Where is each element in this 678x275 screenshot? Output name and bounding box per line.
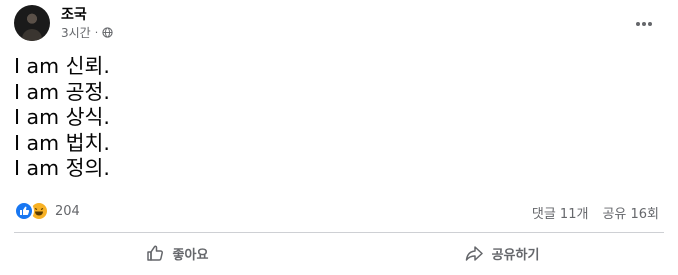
share-button[interactable]: 공유하기 xyxy=(339,237,664,269)
post-stats: 댓글 11개 공유 16회 xyxy=(532,203,659,222)
like-reaction-icon xyxy=(14,201,34,221)
post-line: I am 법치. xyxy=(14,130,110,155)
more-horizontal-icon xyxy=(636,22,652,26)
author-avatar[interactable] xyxy=(14,5,50,41)
post-content: I am 신뢰. I am 공정. I am 상식. I am 법치. I am… xyxy=(14,54,110,182)
comment-count[interactable]: 댓글 11개 xyxy=(532,203,589,222)
like-label: 좋아요 xyxy=(172,247,209,263)
facebook-post: 조국 3시간 · I am 신뢰. I am 공정. I am 상식. I am… xyxy=(0,0,678,275)
post-line: I am 신뢰. xyxy=(14,54,110,78)
thumbs-up-icon xyxy=(146,245,163,261)
reaction-summary[interactable]: 204 xyxy=(14,201,80,221)
post-time[interactable]: 3시간 xyxy=(61,24,91,41)
post-actions: 좋아요 공유하기 xyxy=(14,237,664,269)
post-meta: 3시간 · xyxy=(61,24,113,41)
post-line: I am 공정. xyxy=(14,79,110,104)
share-label: 공유하기 xyxy=(491,247,540,263)
divider xyxy=(14,232,664,233)
reaction-count: 204 xyxy=(55,203,80,219)
author-name[interactable]: 조국 xyxy=(61,4,87,24)
globe-icon[interactable] xyxy=(102,27,113,38)
share-count[interactable]: 공유 16회 xyxy=(602,203,659,222)
like-button[interactable]: 좋아요 xyxy=(14,237,339,269)
post-line: I am 정의. xyxy=(14,156,110,180)
post-line: I am 상식. xyxy=(14,105,110,129)
meta-separator: · xyxy=(94,26,99,39)
more-options-button[interactable] xyxy=(629,9,659,39)
share-arrow-icon xyxy=(465,246,483,261)
